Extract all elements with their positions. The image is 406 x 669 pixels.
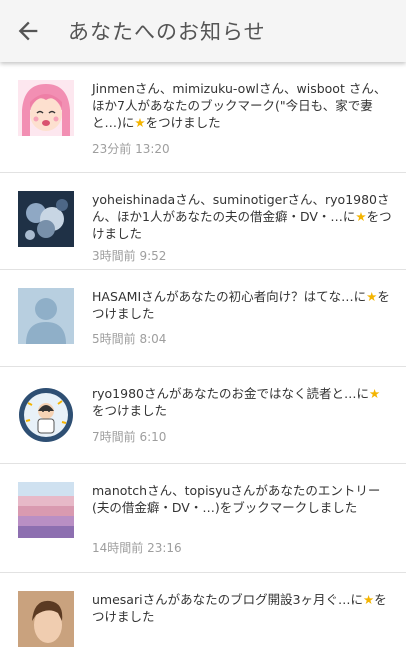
notification-item[interactable]: ryo1980さんがあなたのお金ではなく読者と…に★ をつけました 7時間前 6:… bbox=[0, 367, 406, 464]
notification-item[interactable]: HASAMIさんがあなたの初心者向け？はてな…に★をつけました 5時間前 8:0… bbox=[0, 270, 406, 367]
notification-text: HASAMIさんがあなたの初心者向け？はてな…に★をつけました bbox=[92, 288, 392, 322]
notification-item[interactable]: Jinmenさん、mimizuku-owlさん、wisboot さん、ほか7人が… bbox=[0, 62, 406, 173]
notification-time: 5時間前 8:04 bbox=[92, 332, 167, 346]
notification-message: ryo1980さんがあなたのお金ではなく読者と…に bbox=[92, 386, 369, 401]
notification-text: Jinmenさん、mimizuku-owlさん、wisboot さん、ほか7人が… bbox=[92, 80, 392, 131]
photo-avatar bbox=[18, 191, 74, 247]
notification-text: manotchさん、topisyuさんがあなたのエントリー(夫の借金癖・DV・…… bbox=[92, 482, 392, 516]
notification-list: Jinmenさん、mimizuku-owlさん、wisboot さん、ほか7人が… bbox=[0, 62, 406, 669]
notification-time: 7時間前 6:10 bbox=[92, 430, 167, 444]
cartoon-avatar bbox=[18, 387, 74, 443]
star-icon: ★ bbox=[366, 289, 378, 304]
notification-item[interactable]: manotchさん、topisyuさんがあなたのエントリー(夫の借金癖・DV・…… bbox=[0, 464, 406, 573]
notification-item[interactable]: umesariさんがあなたのブログ開設3ヶ月ぐ…に★をつけました bbox=[0, 573, 406, 669]
notification-item[interactable]: yoheishinadaさん、suminotigerさん、ryo1980さん、ほ… bbox=[0, 173, 406, 270]
star-icon: ★ bbox=[363, 592, 375, 607]
default-user-avatar bbox=[18, 288, 74, 344]
star-icon: ★ bbox=[134, 115, 146, 130]
notification-text: yoheishinadaさん、suminotigerさん、ryo1980さん、ほ… bbox=[92, 191, 392, 242]
notification-time: 3時間前 9:52 bbox=[92, 249, 167, 263]
woman-photo-avatar bbox=[18, 591, 74, 647]
notification-message: HASAMIさんがあなたの初心者向け？はてな…に bbox=[92, 289, 367, 304]
anime-girl-avatar bbox=[18, 80, 74, 136]
notification-time: 14時間前 23:16 bbox=[92, 541, 182, 555]
star-icon: ★ bbox=[355, 209, 367, 224]
notification-text: ryo1980さんがあなたのお金ではなく読者と…に★ をつけました bbox=[92, 385, 392, 419]
arrow-left-icon[interactable] bbox=[14, 17, 42, 45]
notification-suffix: をつけました bbox=[92, 403, 168, 418]
flower-field-avatar bbox=[18, 482, 74, 538]
app-bar: あなたへのお知らせ bbox=[0, 0, 406, 62]
notification-message: yoheishinadaさん、suminotigerさん、ryo1980さん、ほ… bbox=[92, 192, 390, 224]
notification-message: manotchさん、topisyuさんがあなたのエントリー(夫の借金癖・DV・…… bbox=[92, 483, 381, 515]
notification-text: umesariさんがあなたのブログ開設3ヶ月ぐ…に★をつけました bbox=[92, 591, 392, 625]
page-title: あなたへのお知らせ bbox=[68, 20, 266, 44]
notification-message: umesariさんがあなたのブログ開設3ヶ月ぐ…に bbox=[92, 592, 364, 607]
star-icon: ★ bbox=[369, 386, 381, 401]
notification-suffix: をつけました bbox=[145, 115, 221, 130]
notification-time: 23分前 13:20 bbox=[92, 142, 170, 156]
